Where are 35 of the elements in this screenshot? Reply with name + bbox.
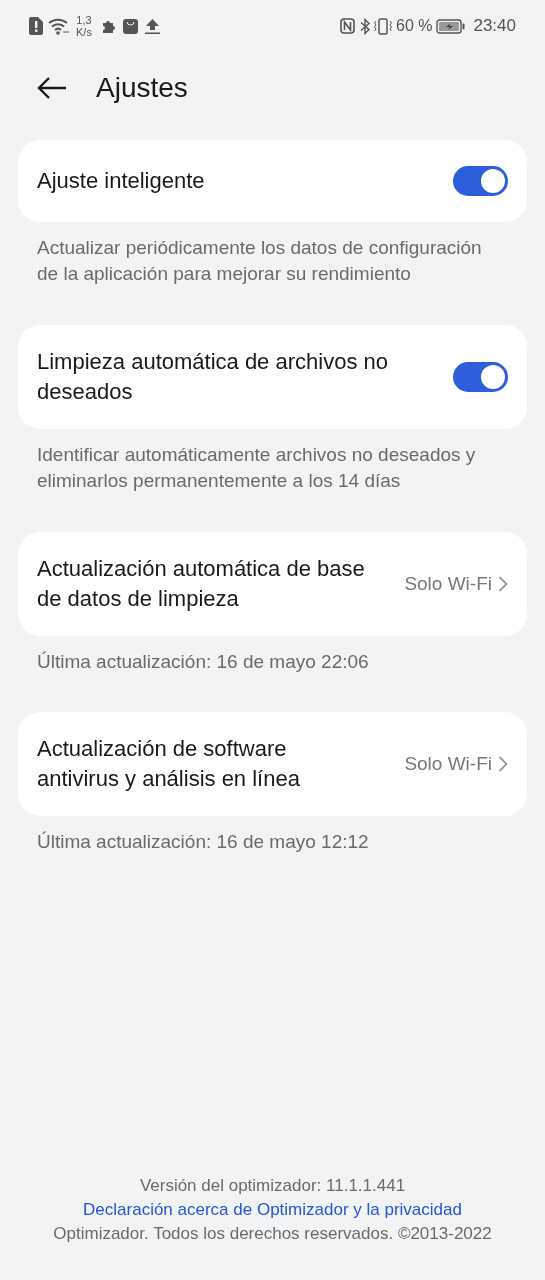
vibrate-icon — [374, 17, 392, 35]
copyright-text: Optimizador. Todos los derechos reservados. ©2013-2022 — [53, 1223, 492, 1245]
clock: 23:40 — [473, 15, 516, 38]
settings-card[interactable]: Actualización de software antivirus y análisis en línea Solo Wi-Fi — [18, 712, 527, 816]
setting-label: Limpieza automática de archivos no deseados — [37, 348, 389, 406]
battery-charging-icon — [436, 18, 466, 34]
settings-card[interactable]: Actualización automática de base de datos de limpieza Solo Wi-Fi — [18, 532, 527, 636]
toggle-switch[interactable] — [453, 166, 508, 196]
network-speed: 1,3 — [76, 14, 92, 26]
setting-description: Identificar automáticamente archivos no deseados y eliminarlos permanentemente a los 14 días — [36, 443, 477, 493]
setting-label: Actualización de software antivirus y análisis en línea — [37, 735, 301, 793]
nfc-icon — [340, 18, 355, 34]
chevron-right-icon — [498, 575, 508, 593]
privacy-link[interactable]: Declaración acerca de Optimizador y la privacidad — [83, 1198, 462, 1222]
bluetooth-icon — [360, 17, 370, 35]
wifi-icon — [48, 17, 70, 35]
battery-percentage: 60 % — [396, 16, 433, 36]
network-speed-unit: K/s — [76, 26, 92, 38]
alert-icon — [29, 17, 43, 35]
shopping-bag-icon — [122, 18, 138, 34]
setting-value: Solo Wi-Fi — [404, 571, 492, 596]
settings-card[interactable]: Limpieza automática de archivos no deseados — [18, 325, 527, 429]
setting-description: Actualizar periódicamente los datos de configuración de la aplicación para mejorar su rendimiento — [36, 236, 483, 286]
page-title: Ajustes — [96, 71, 188, 105]
upload-icon — [144, 18, 160, 34]
settings-card[interactable]: Ajuste inteligente — [18, 140, 527, 222]
setting-value: Solo Wi-Fi — [404, 751, 492, 776]
toggle-switch[interactable] — [453, 362, 508, 392]
puzzle-icon — [100, 19, 115, 33]
version-text: Versión del optimizador: 11.1.1.441 — [139, 1175, 406, 1197]
setting-label: Actualización automática de base de datos de limpieza — [37, 555, 366, 613]
setting-description: Última actualización: 16 de mayo 22:06 — [36, 650, 370, 674]
setting-description: Última actualización: 16 de mayo 12:12 — [36, 830, 370, 854]
chevron-right-icon — [498, 755, 508, 773]
setting-label: Ajuste inteligente — [37, 167, 206, 195]
